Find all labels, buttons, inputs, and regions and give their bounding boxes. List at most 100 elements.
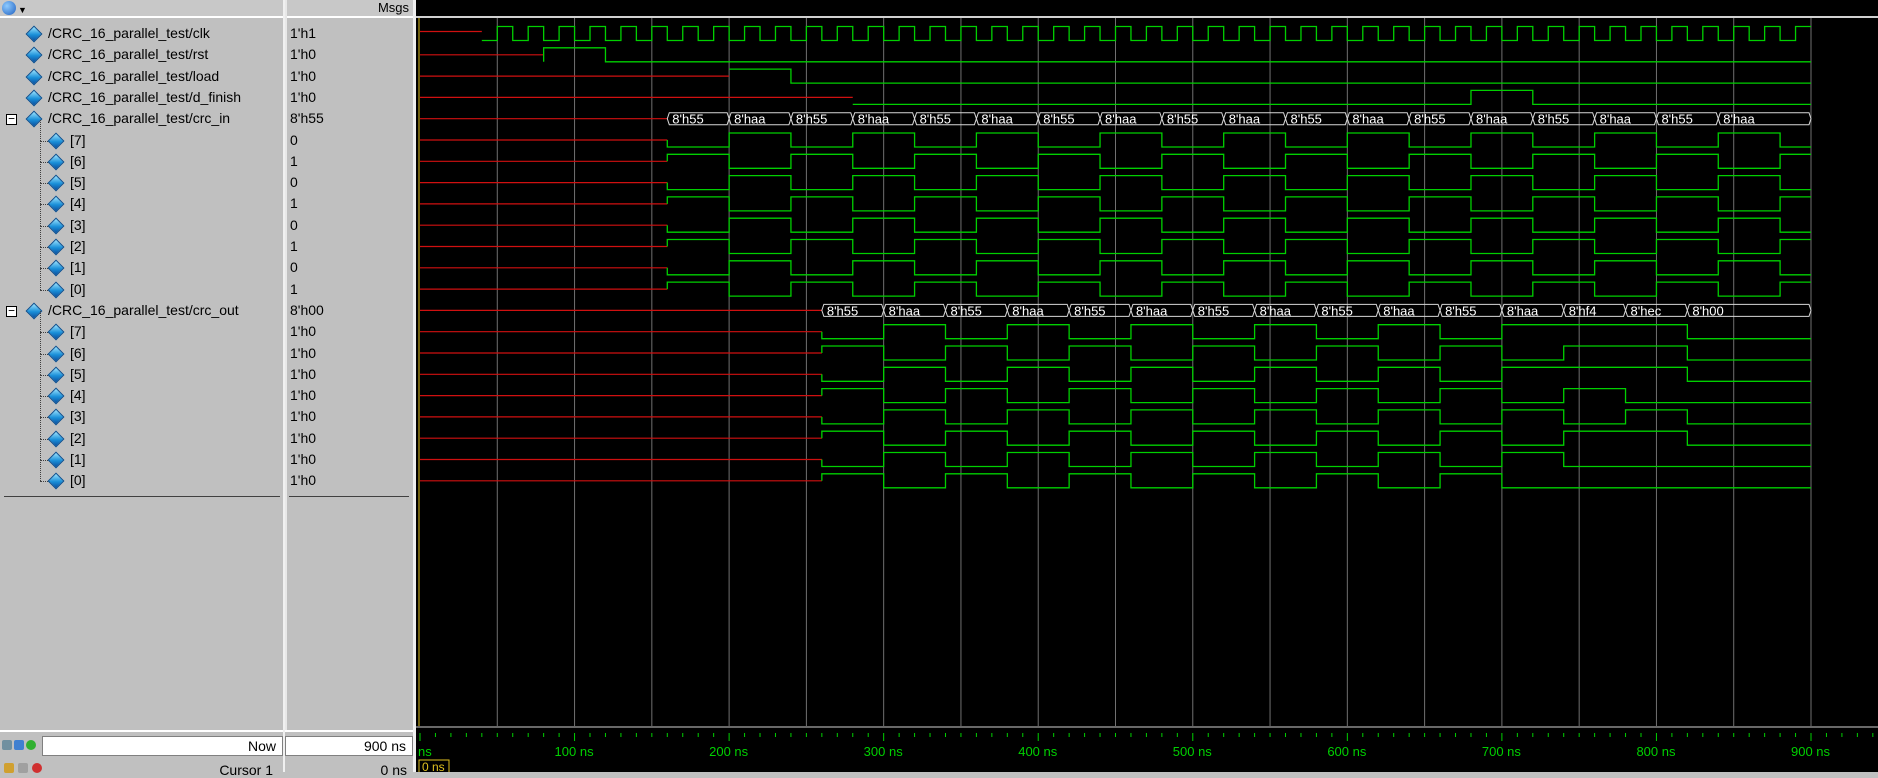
crc-out-bus-label: 8'h55 — [1074, 303, 1105, 318]
status-pane-left: Now Cursor 1 — [0, 730, 283, 778]
signal-icon — [47, 345, 65, 362]
signal-icon — [47, 174, 65, 192]
signal-row[interactable]: [3] — [0, 396, 283, 427]
signal-row[interactable]: [2] — [0, 226, 283, 257]
tree-connector — [40, 460, 41, 482]
pane-divider[interactable] — [283, 0, 285, 772]
signal-value: 0 — [290, 131, 298, 148]
crc-out-bit-wave — [821, 409, 1811, 425]
signal-row[interactable]: [0] — [0, 268, 283, 300]
signal-row[interactable]: [4] — [0, 375, 283, 406]
tree-connector — [40, 226, 41, 247]
signal-value: 1 — [290, 152, 298, 169]
signal-row[interactable]: [3] — [0, 204, 283, 236]
dropdown-arrow-icon[interactable]: ▼ — [18, 2, 27, 18]
signal-name: [0] — [70, 472, 86, 489]
signal-row[interactable]: [0] — [0, 460, 283, 491]
signal-name: [6] — [70, 152, 86, 169]
signal-icon — [25, 25, 43, 43]
timeline-label: 500 ns — [1173, 744, 1213, 759]
crc-in-bus-label: 8'h55 — [1538, 112, 1569, 127]
signal-row[interactable]: [5] — [0, 162, 283, 193]
status-pane-values: 900 ns 0 ns — [285, 730, 413, 778]
signal-name: [5] — [70, 365, 86, 382]
crc-in-bit-wave — [666, 196, 1811, 212]
tree-connector — [40, 311, 41, 333]
signal-value: 0 — [290, 259, 298, 276]
signal-icon — [47, 323, 65, 341]
collapse-icon[interactable]: − — [6, 305, 17, 317]
signal-name: [1] — [70, 259, 86, 276]
signal-icon — [47, 387, 65, 405]
signal-row[interactable]: [6] — [0, 140, 283, 172]
signal-row[interactable]: /CRC_16_parallel_test/rst — [0, 44, 283, 65]
crc-out-bit-wave — [821, 451, 1811, 468]
crc-in-bit-wave — [666, 260, 1811, 276]
signal-name: [0] — [70, 280, 86, 297]
signal-name: [7] — [70, 323, 86, 340]
crc-in-bus-label: 8'h55 — [1291, 112, 1322, 127]
crc-out-bit-wave — [821, 345, 1811, 361]
signal-row[interactable]: [1] — [0, 247, 283, 278]
signal-row[interactable]: [7] — [0, 311, 283, 342]
signal-name: /CRC_16_parallel_test/load — [48, 67, 220, 84]
waveform-pane[interactable]: 8'h55 8'haa 8'h55 8'haa 8'h55 8'haa 8'h55 8'haa… — [416, 0, 1878, 772]
signal-row[interactable]: [6] — [0, 332, 283, 364]
signal-value: 1'h0 — [290, 344, 317, 361]
d-finish-wave — [852, 89, 1811, 106]
signal-name: /CRC_16_parallel_test/rst — [48, 46, 209, 63]
cursor-label: Cursor 1 — [219, 762, 273, 778]
signal-icon — [25, 46, 43, 64]
add-cursor-icon[interactable] — [26, 740, 36, 750]
signal-row[interactable]: − /CRC_16_parallel_test/crc_in — [0, 108, 283, 129]
signal-name: [6] — [70, 344, 86, 361]
timeline-label: 600 ns — [1327, 744, 1367, 759]
signal-row[interactable]: − /CRC_16_parallel_test/crc_out — [0, 300, 283, 321]
toolbar-icon-2[interactable] — [14, 740, 24, 750]
tree-connector — [40, 268, 41, 290]
timeline-label: 100 ns — [555, 744, 595, 759]
signal-name: [3] — [70, 408, 86, 425]
signal-value: 1'h0 — [290, 365, 317, 382]
timeline-label: 300 ns — [864, 744, 904, 759]
msgs-header: Msgs — [287, 0, 415, 18]
collapse-icon[interactable]: − — [6, 113, 17, 126]
signal-value: 1'h0 — [290, 323, 317, 340]
list-end-marker — [4, 495, 280, 497]
crc-in-bit-wave — [666, 238, 1811, 255]
crc-in-bit-wave — [666, 174, 1811, 191]
crc-in-bit-wave — [666, 153, 1811, 169]
crc-out-bus-label: 8'haa — [1012, 303, 1044, 318]
crc-out-bit-wave — [821, 387, 1811, 404]
toolbar-icon-1[interactable] — [2, 740, 12, 750]
msgs-header-label: Msgs — [377, 0, 409, 15]
signal-row[interactable]: [2] — [0, 417, 283, 449]
tree-connector — [40, 353, 41, 375]
timeline-label: 900 ns — [1791, 744, 1831, 759]
wave-toolbar-icon[interactable] — [2, 1, 16, 15]
signal-icon — [47, 472, 65, 490]
signal-row[interactable]: /CRC_16_parallel_test/load — [0, 66, 283, 87]
signal-icon — [47, 132, 65, 149]
crc-in-bus-label: 8'h55 — [920, 112, 951, 127]
signal-row[interactable]: [5] — [0, 353, 283, 385]
waveform-canvas[interactable]: 8'h55 8'haa 8'h55 8'haa 8'h55 8'haa 8'h55 8'haa… — [416, 0, 1878, 772]
signal-value: 1 — [290, 195, 298, 212]
signal-name: [5] — [70, 174, 86, 191]
signal-row[interactable]: /CRC_16_parallel_test/clk — [0, 23, 283, 44]
tree-connector — [40, 162, 41, 184]
timeline-label: 700 ns — [1482, 744, 1522, 759]
crc-in-bus-label: 8'h55 — [1414, 112, 1445, 127]
tree-connector — [40, 417, 41, 439]
signal-name: [2] — [70, 429, 86, 446]
crc-out-bus-label: 8'h55 — [827, 303, 858, 318]
signal-row[interactable]: [7] — [0, 119, 283, 151]
crc-out-bus-label: 8'h55 — [1445, 303, 1476, 318]
signal-row[interactable]: [1] — [0, 439, 283, 470]
now-value-box: 900 ns — [285, 736, 413, 756]
signal-value: 1'h0 — [290, 67, 317, 84]
signal-icon — [47, 408, 65, 426]
signal-name-pane: ▼ /CRC_16_parallel_test/clk/CRC_16_paral… — [0, 0, 284, 730]
signal-row[interactable]: [4] — [0, 183, 283, 214]
signal-row[interactable]: /CRC_16_parallel_test/d_finish — [0, 87, 283, 108]
